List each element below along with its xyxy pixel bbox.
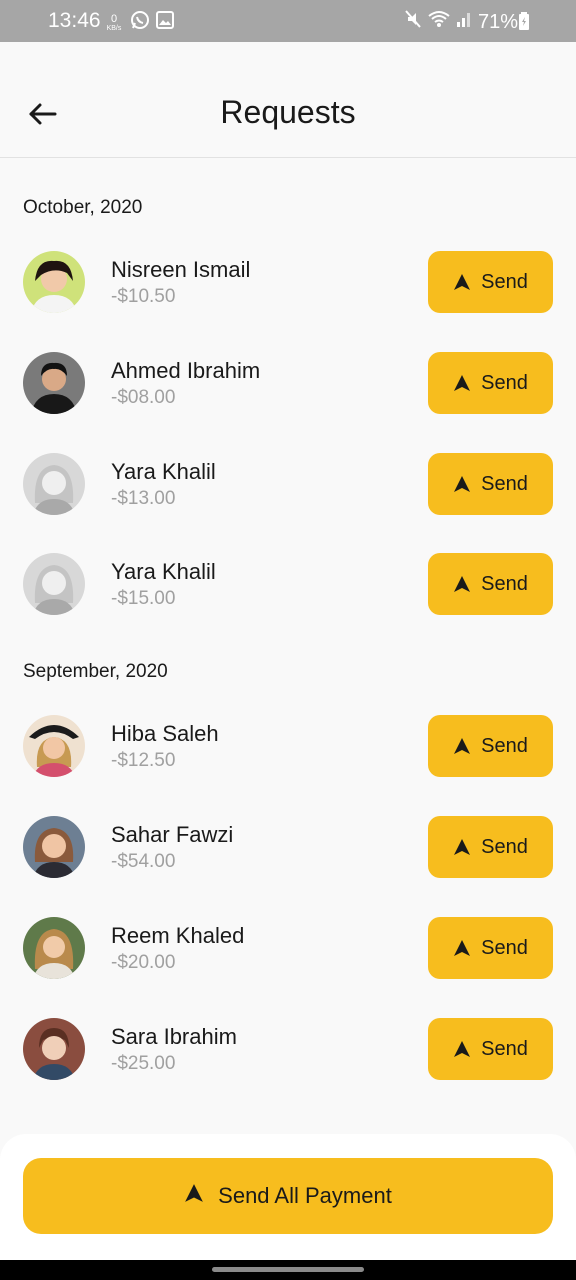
list-item: Nisreen Ismail -$10.50 Send (0, 251, 576, 315)
avatar (23, 553, 85, 615)
wifi-icon (428, 10, 450, 34)
send-button-label: Send (481, 572, 528, 595)
battery-percentage: 71% (477, 10, 518, 33)
avatar (23, 352, 85, 414)
status-time: 13:46 (48, 9, 101, 32)
send-button[interactable]: Send (428, 917, 553, 979)
avatar (23, 917, 85, 979)
send-button-label: Send (481, 270, 528, 293)
status-right-icons: 71% (404, 9, 518, 35)
avatar (23, 251, 85, 313)
send-button-label: Send (481, 835, 528, 858)
request-amount: -$20.00 (111, 952, 176, 973)
requester-name: Sara Ibrahim (111, 1024, 237, 1049)
send-button[interactable]: Send (428, 553, 553, 615)
requester-name: Reem Khaled (111, 923, 245, 948)
request-amount: -$12.50 (111, 750, 176, 771)
avatar (23, 1018, 85, 1080)
request-amount: -$54.00 (111, 851, 176, 872)
requester-name: Ahmed Ibrahim (111, 358, 261, 383)
gallery-icon (156, 11, 174, 35)
send-button-label: Send (481, 1037, 528, 1060)
request-amount: -$10.50 (111, 286, 176, 307)
status-left-icons: 0 KB/s (104, 10, 174, 36)
send-icon (453, 1040, 471, 1058)
send-icon (453, 939, 471, 957)
whatsapp-icon (130, 10, 150, 36)
app-header: Requests (0, 42, 576, 158)
battery-icon (518, 12, 530, 36)
request-amount: -$08.00 (111, 387, 176, 408)
send-button[interactable]: Send (428, 251, 553, 313)
list-item: Yara Khalil -$13.00 Send (0, 453, 576, 517)
request-amount: -$15.00 (111, 588, 176, 609)
send-button[interactable]: Send (428, 1018, 553, 1080)
section-label-october: October, 2020 (23, 197, 143, 218)
send-icon (453, 374, 471, 392)
bottom-panel: Send All Payment (0, 1134, 576, 1260)
page-title: Requests (220, 94, 356, 130)
requester-name: Yara Khalil (111, 459, 216, 484)
list-item: Ahmed Ibrahim -$08.00 Send (0, 352, 576, 416)
section-label-september: September, 2020 (23, 661, 168, 682)
system-nav-bar (0, 1260, 576, 1280)
request-amount: -$25.00 (111, 1053, 176, 1074)
list-item: Sara Ibrahim -$25.00 Send (0, 1018, 576, 1082)
signal-icon (456, 10, 472, 34)
send-button-label: Send (481, 936, 528, 959)
data-speed-unit: KB/s (106, 24, 122, 32)
send-button[interactable]: Send (428, 453, 553, 515)
send-button[interactable]: Send (428, 816, 553, 878)
send-icon (453, 737, 471, 755)
send-button-label: Send (481, 472, 528, 495)
send-button-label: Send (481, 371, 528, 394)
list-item: Hiba Saleh -$12.50 Send (0, 715, 576, 779)
send-all-payment-button[interactable]: Send All Payment (23, 1158, 553, 1234)
send-icon (453, 475, 471, 493)
send-icon (453, 273, 471, 291)
data-speed-indicator: 0 KB/s (104, 12, 124, 33)
send-icon (184, 1183, 204, 1209)
avatar (23, 453, 85, 515)
home-indicator[interactable] (212, 1267, 364, 1272)
send-all-label: Send All Payment (218, 1183, 392, 1208)
list-item: Sahar Fawzi -$54.00 Send (0, 816, 576, 880)
status-bar: 13:46 0 KB/s 71% (0, 0, 576, 42)
avatar (23, 816, 85, 878)
send-icon (453, 575, 471, 593)
send-button[interactable]: Send (428, 715, 553, 777)
send-button[interactable]: Send (428, 352, 553, 414)
send-button-label: Send (481, 734, 528, 757)
list-item: Yara Khalil -$15.00 Send (0, 553, 576, 617)
send-icon (453, 838, 471, 856)
list-item: Reem Khaled -$20.00 Send (0, 917, 576, 981)
requester-name: Nisreen Ismail (111, 257, 251, 282)
avatar (23, 715, 85, 777)
mute-icon (404, 9, 422, 35)
request-amount: -$13.00 (111, 488, 176, 509)
requester-name: Sahar Fawzi (111, 822, 234, 847)
requester-name: Hiba Saleh (111, 721, 219, 746)
requester-name: Yara Khalil (111, 559, 216, 584)
data-speed-value: 0 (110, 12, 118, 25)
